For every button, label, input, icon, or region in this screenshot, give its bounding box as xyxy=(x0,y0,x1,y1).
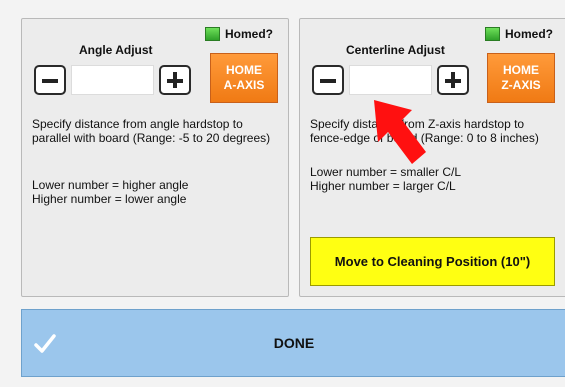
angle-hint: Lower number = higher angle Higher numbe… xyxy=(32,178,282,206)
plus-icon-vertical xyxy=(173,72,177,88)
homed-label: Homed? xyxy=(505,27,553,41)
plus-icon-vertical xyxy=(451,72,455,88)
hint-line: Higher number = lower angle xyxy=(32,191,187,206)
angle-value-field[interactable] xyxy=(71,65,154,95)
hint-line: Lower number = higher angle xyxy=(32,178,189,192)
home-button-line1: HOME xyxy=(503,63,539,77)
panel-title: Angle Adjust xyxy=(79,43,153,57)
home-a-axis-button[interactable]: HOME A-AXIS xyxy=(210,53,278,103)
done-button[interactable]: DONE xyxy=(21,309,565,377)
decrement-button[interactable] xyxy=(34,65,66,95)
homed-led-icon xyxy=(205,27,220,41)
centerline-stepper xyxy=(312,65,469,97)
cleaning-position-button[interactable]: Move to Cleaning Position (10") xyxy=(310,237,555,286)
homed-indicator: Homed? xyxy=(205,27,273,41)
home-button-line2: Z-AXIS xyxy=(501,78,541,92)
angle-description: Specify distance from angle hardstop to … xyxy=(32,117,271,145)
done-label: DONE xyxy=(273,335,315,351)
home-button-line2: A-AXIS xyxy=(223,78,265,92)
angle-stepper xyxy=(34,65,191,97)
panel-title: Centerline Adjust xyxy=(346,43,445,57)
red-arrow-icon xyxy=(374,100,426,164)
centerline-value-field[interactable] xyxy=(349,65,432,95)
minus-icon xyxy=(320,79,336,83)
increment-button[interactable] xyxy=(159,65,191,95)
angle-adjust-panel: Homed? Angle Adjust HOME A-AXIS Specify … xyxy=(21,18,289,297)
homed-indicator: Homed? xyxy=(485,27,553,41)
minus-icon xyxy=(42,79,58,83)
increment-button[interactable] xyxy=(437,65,469,95)
homed-label: Homed? xyxy=(225,27,273,41)
homed-led-icon xyxy=(485,27,500,41)
decrement-button[interactable] xyxy=(312,65,344,95)
home-button-line1: HOME xyxy=(226,63,262,77)
home-z-axis-button[interactable]: HOME Z-AXIS xyxy=(487,53,555,103)
